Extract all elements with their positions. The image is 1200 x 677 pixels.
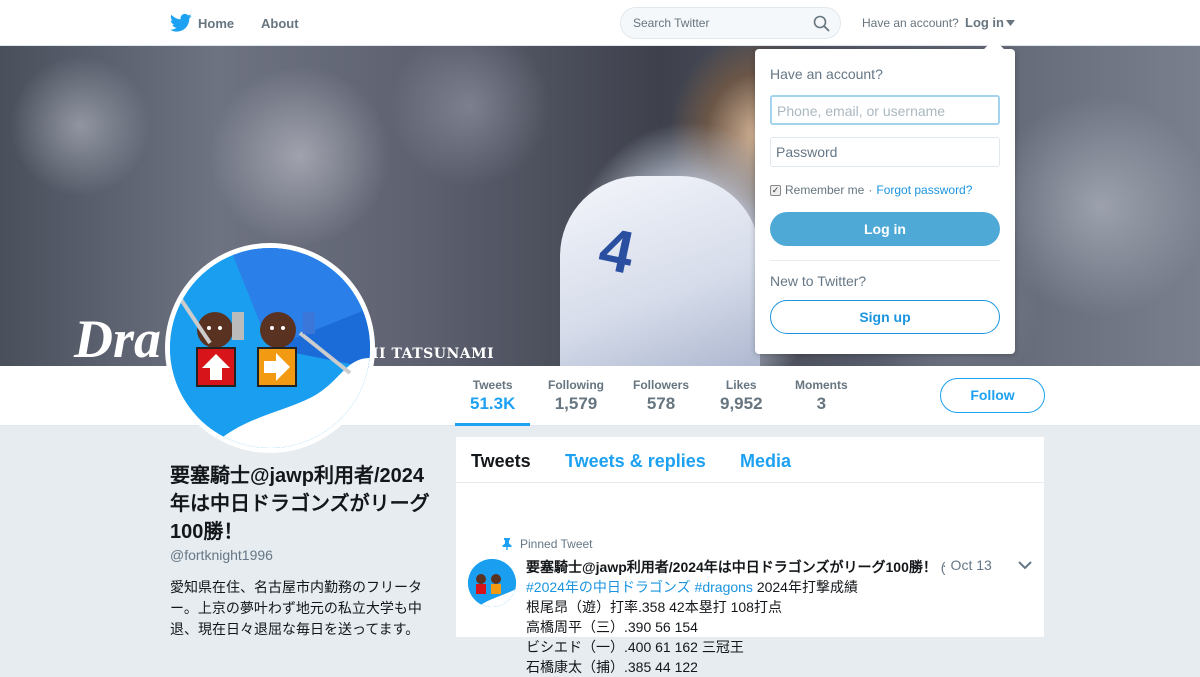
- stat-moments[interactable]: Moments 3: [795, 378, 848, 414]
- nav-home[interactable]: Home: [170, 13, 234, 33]
- login-menu-toggle[interactable]: Log in: [965, 15, 1015, 30]
- timeline-tabs: Tweets Tweets & replies Media: [456, 437, 1044, 483]
- remember-me-label[interactable]: Remember me: [785, 183, 864, 197]
- banner-player: [560, 176, 760, 366]
- tweet-header: 要塞騎士@jawp利用者/2024年は中日ドラゴンズがリーグ100勝！ (: [526, 557, 945, 577]
- stat-label: Moments: [795, 378, 848, 392]
- signup-button[interactable]: Sign up: [770, 300, 1000, 334]
- follow-button[interactable]: Follow: [940, 378, 1045, 413]
- stat-value: 51.3K: [470, 394, 516, 413]
- tweet-line: 石橋康太（捕）.385 44 122: [526, 659, 698, 675]
- stat-followers[interactable]: Followers 578: [633, 378, 689, 414]
- stat-label: Likes: [725, 378, 757, 392]
- login-button[interactable]: Log in: [770, 212, 1000, 246]
- caret-down-icon: [1006, 19, 1015, 26]
- twitter-bird-icon: [170, 13, 192, 32]
- tweet-line: 根尾昂（遊）打率.358 42本塁打 108打点: [526, 599, 782, 615]
- profile-bio: 愛知県在住、名古屋市内勤務のフリーター。上京の夢叶わず地元の私立大学も中退、現在…: [170, 579, 422, 637]
- nav-home-label: Home: [198, 15, 235, 31]
- profile-name: 要塞騎士@jawp利用者/2024年は中日ドラゴンズがリーグ100勝！: [170, 465, 430, 543]
- search-icon[interactable]: [813, 15, 830, 32]
- timeline: Tweets Tweets & replies Media Pinned Twe…: [456, 437, 1044, 675]
- profile-handle[interactable]: @fortknight1996: [170, 547, 273, 563]
- login-link-label: Log in: [965, 15, 1004, 30]
- stat-value: 9,952: [720, 394, 763, 413]
- stat-label: Tweets: [472, 378, 513, 392]
- stat-label: Followers: [633, 378, 690, 392]
- profile-avatar[interactable]: [165, 243, 375, 453]
- stat-value: 578: [646, 394, 676, 413]
- stat-value: 1,579: [554, 394, 598, 413]
- tweet-line: ビシエド（一）.400 61 162 三冠王: [526, 639, 744, 655]
- stat-following[interactable]: Following 1,579: [548, 378, 604, 414]
- banner-logo-text: Dra: [74, 309, 162, 366]
- search-box[interactable]: Search Twitter: [620, 7, 841, 39]
- divider: [770, 260, 1000, 261]
- new-to-twitter-label: New to Twitter?: [770, 273, 867, 289]
- account-prompt: Have an account?: [862, 16, 959, 30]
- stat-label: Following: [548, 378, 604, 392]
- separator-dot: ·: [868, 183, 873, 197]
- tweet-date[interactable]: · Oct 13: [942, 557, 992, 573]
- tweet-author-name[interactable]: 要塞騎士@jawp利用者/2024年は中日ドラゴンズがリーグ100勝！: [526, 559, 937, 575]
- banner-caption: II TATSUNAMI: [372, 346, 495, 362]
- chevron-down-icon[interactable]: [1018, 561, 1032, 570]
- login-dropdown-title: Have an account?: [770, 66, 883, 82]
- tweet-text: #2024年の中日ドラゴンズ #dragons 2024年打撃成績 根尾昂（遊）…: [526, 577, 858, 677]
- stat-tweets[interactable]: Tweets 51.3K: [454, 378, 531, 426]
- tweet-line-text: 2024年打撃成績: [756, 579, 858, 595]
- pinned-indicator: Pinned Tweet: [502, 537, 593, 551]
- forgot-password-link[interactable]: Forgot password?: [876, 183, 972, 197]
- search-input[interactable]: Search Twitter: [633, 16, 709, 30]
- avatar-image: [170, 248, 370, 448]
- tweet-avatar[interactable]: [468, 559, 516, 607]
- tweet-line: 高橋周平（三）.390 56 154: [526, 619, 698, 635]
- remember-me-row: ✓ Remember me · Forgot password?: [770, 183, 972, 197]
- tweet-hashtag[interactable]: #dragons: [695, 579, 753, 595]
- top-nav: Home About Search Twitter Have an accoun…: [0, 0, 1200, 46]
- login-dropdown: Have an account? Phone, email, or userna…: [755, 49, 1015, 354]
- tab-tweets[interactable]: Tweets: [471, 451, 531, 472]
- tweet-hashtag[interactable]: #2024年の中日ドラゴンズ: [526, 579, 691, 595]
- nav-about[interactable]: About: [261, 16, 299, 31]
- stat-likes[interactable]: Likes 9,952: [720, 378, 763, 414]
- tweet-line: #2024年の中日ドラゴンズ #dragons 2024年打撃成績: [526, 577, 858, 597]
- stat-value: 3: [816, 394, 827, 413]
- username-input[interactable]: Phone, email, or username: [770, 95, 1000, 125]
- pinned-label: Pinned Tweet: [520, 537, 593, 551]
- password-input[interactable]: Password: [770, 137, 1000, 167]
- remember-me-checkbox[interactable]: ✓: [770, 184, 781, 196]
- tab-media[interactable]: Media: [740, 451, 791, 472]
- pin-icon: [502, 538, 512, 550]
- tab-tweets-replies[interactable]: Tweets & replies: [565, 451, 706, 472]
